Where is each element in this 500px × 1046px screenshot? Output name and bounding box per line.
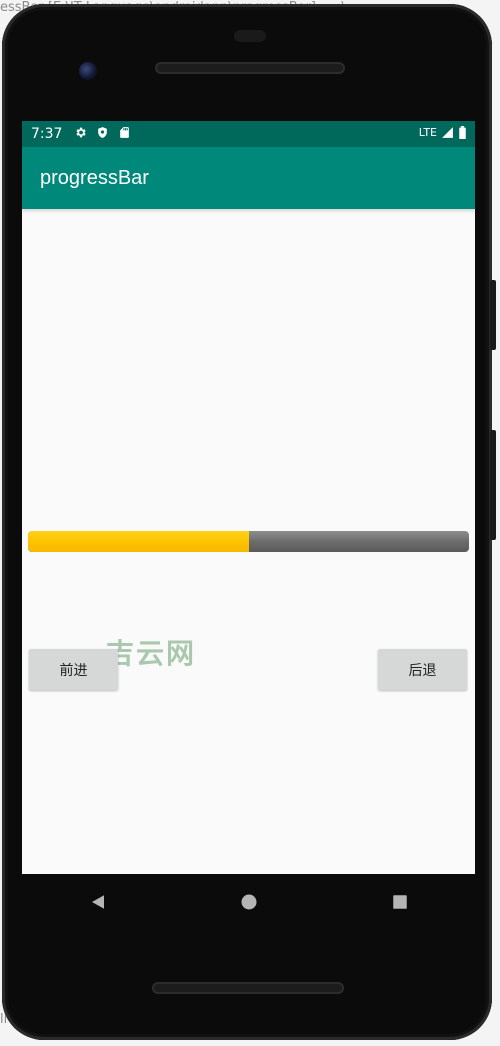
- phone-screen: 7:37 LTE progressBar 吉云网 前进 后退: [22, 121, 475, 874]
- watermark-text: 吉云网: [106, 637, 197, 670]
- network-type-label: LTE: [418, 126, 437, 139]
- main-content: 吉云网 前进 后退: [22, 209, 475, 874]
- shield-icon: [96, 126, 109, 139]
- status-system-icons: LTE: [419, 126, 467, 139]
- status-bar: 7:37 LTE: [22, 121, 475, 147]
- recents-square-icon[interactable]: [391, 893, 409, 911]
- power-button: [490, 430, 496, 540]
- volume-button: [490, 280, 496, 350]
- battery-icon: [458, 126, 467, 139]
- bottom-speaker: [152, 982, 344, 994]
- front-camera-icon: [79, 62, 97, 80]
- app-toolbar: progressBar: [22, 147, 475, 209]
- earpiece-speaker: [155, 62, 345, 74]
- progress-bar: [28, 531, 469, 552]
- back-triangle-icon[interactable]: [89, 893, 107, 911]
- app-title: progressBar: [40, 167, 149, 189]
- forward-button[interactable]: 前进: [29, 649, 118, 690]
- sd-card-icon: [118, 126, 131, 139]
- back-button[interactable]: 后退: [378, 649, 467, 690]
- sensor-notch: [234, 30, 266, 42]
- navigation-bar: [22, 874, 475, 930]
- gear-icon: [74, 126, 87, 139]
- home-circle-icon[interactable]: [240, 893, 258, 911]
- status-time: 7:37: [31, 126, 63, 142]
- signal-icon: [441, 126, 454, 139]
- progress-bar-fill: [28, 531, 249, 552]
- status-notification-icons: [74, 126, 131, 139]
